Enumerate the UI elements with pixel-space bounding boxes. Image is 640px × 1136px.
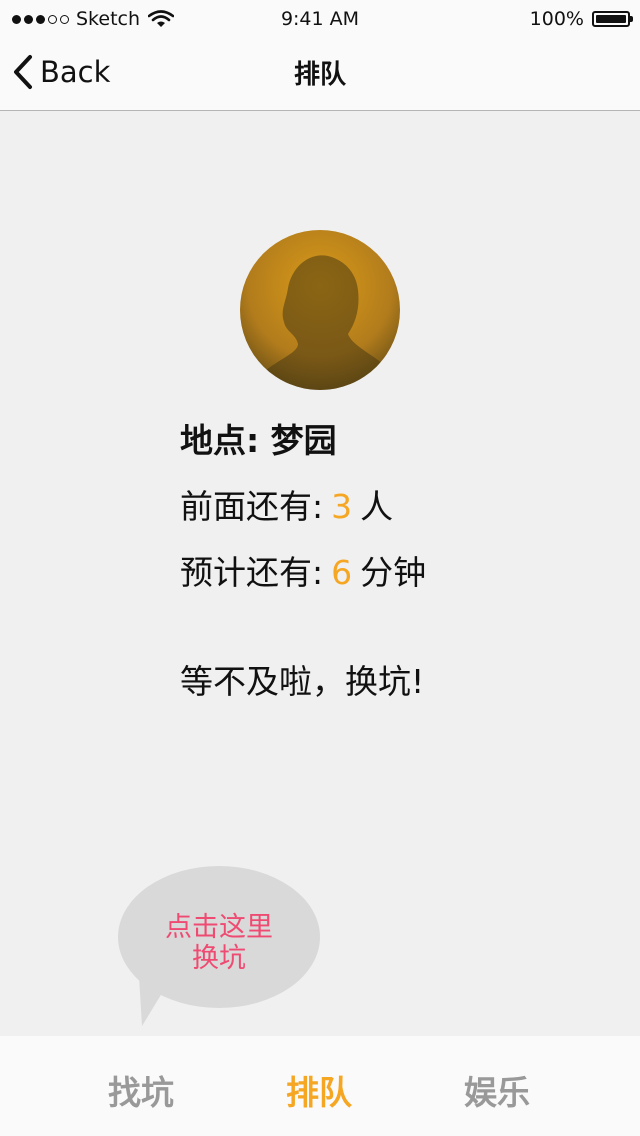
status-bar: Sketch 9:41 AM 100% [0, 0, 640, 40]
wait-unit: 分钟 [360, 553, 427, 592]
battery-percentage: 100% [529, 8, 584, 30]
wait-time-line: 预计还有: 6 分钟 [180, 550, 426, 596]
status-right: 100% [529, 8, 633, 30]
bubble-text: 点击这里 换坑 [118, 912, 320, 974]
tab-queue[interactable]: 排队 [286, 1066, 352, 1114]
battery-fill [596, 15, 626, 23]
location-label: 地点: 梦园 [180, 421, 337, 460]
page-title: 排队 [293, 60, 346, 90]
avatar [240, 230, 400, 390]
battery-icon [592, 11, 633, 27]
ahead-unit: 人 [360, 487, 394, 526]
queue-info: 地点: 梦园 前面还有: 3 人 预计还有: 6 分钟 [180, 418, 426, 616]
tab-bar: 找坑 排队 娱乐 [0, 1036, 640, 1136]
bubble-line-2: 换坑 [192, 943, 246, 974]
ahead-count-line: 前面还有: 3 人 [180, 484, 426, 530]
wait-prefix: 预计还有: [180, 553, 324, 592]
navigation-bar: Back 排队 [0, 40, 640, 111]
bubble-line-1: 点击这里 [165, 912, 273, 943]
person-silhouette-icon [264, 255, 390, 390]
wait-minutes: 6 [331, 553, 353, 592]
switch-spot-link[interactable]: 等不及啦，换坑! [180, 655, 424, 703]
ahead-prefix: 前面还有: [180, 487, 324, 526]
ahead-count: 3 [331, 487, 353, 526]
switch-spot-bubble[interactable]: 点击这里 换坑 [118, 866, 320, 1008]
tab-find-spot[interactable]: 找坑 [108, 1066, 174, 1114]
tab-entertainment[interactable]: 娱乐 [464, 1066, 530, 1114]
